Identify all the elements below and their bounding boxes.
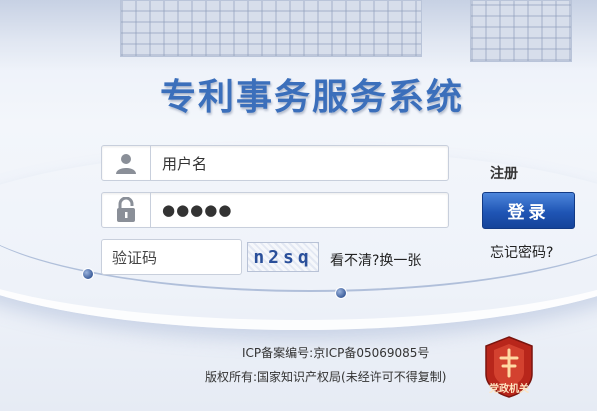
copyright-notice: 版权所有:国家知识产权局(未经许可不得复制) — [205, 370, 447, 384]
system-title: 专利事务服务系统 — [160, 77, 465, 118]
icp-record: ICP备案编号:京ICP备05069085号 — [242, 346, 430, 360]
decorative-dot-left — [82, 268, 94, 280]
government-emblem-icon[interactable]: 党政机关 — [484, 336, 534, 398]
forgot-password-link[interactable]: 忘记密码? — [490, 242, 553, 262]
header-building-image — [0, 0, 597, 70]
lock-icon — [102, 193, 151, 227]
captcha-image[interactable]: n2sq — [247, 242, 319, 272]
emblem-label: 党政机关 — [489, 384, 529, 395]
password-field[interactable]: ●●●●● — [101, 192, 449, 228]
username-placeholder: 用户名 — [162, 154, 208, 173]
login-button[interactable]: 登录 — [482, 192, 575, 229]
username-field[interactable]: 用户名 — [101, 145, 449, 181]
password-value: ●●●●● — [162, 201, 233, 219]
decorative-dot-center — [335, 287, 347, 299]
refresh-captcha-link[interactable]: 看不清?换一张 — [330, 250, 421, 270]
captcha-input[interactable]: 验证码 — [101, 239, 242, 275]
user-icon — [102, 146, 151, 180]
register-link[interactable]: 注册 — [490, 163, 518, 183]
login-page: 专利事务服务系统 用户名 ●●●●● 验证码 n2sq 看不清?换一张 注册 登… — [0, 0, 597, 411]
